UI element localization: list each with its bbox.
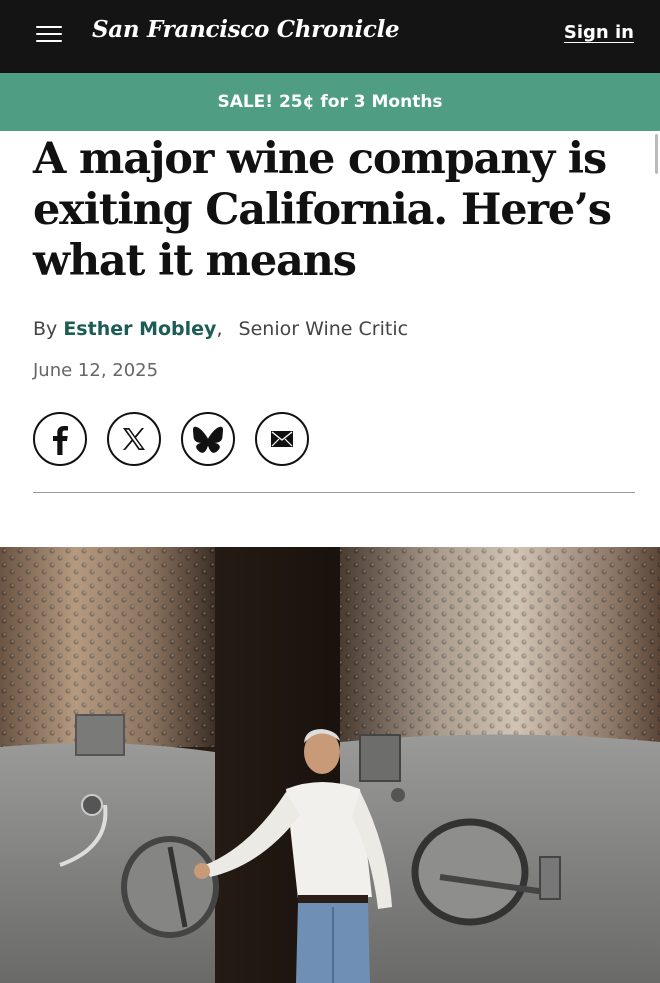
byline-prefix: By — [33, 318, 58, 340]
x-icon — [123, 428, 145, 450]
promo-text: SALE! 25¢ for 3 Months — [217, 92, 443, 112]
facebook-share-button[interactable] — [33, 412, 87, 466]
publish-date: June 12, 2025 — [33, 360, 159, 381]
share-buttons — [33, 412, 309, 466]
email-icon — [271, 431, 293, 447]
site-logo[interactable]: San Francisco Chronicle — [92, 16, 400, 43]
sign-in-link[interactable]: Sign in — [564, 22, 634, 43]
scrollbar-thumb[interactable] — [655, 134, 658, 174]
section-divider — [33, 492, 635, 493]
winery-tanks-photo — [0, 547, 660, 983]
x-share-button[interactable] — [107, 412, 161, 466]
top-navigation-bar: San Francisco Chronicle Sign in — [0, 0, 660, 73]
hamburger-icon[interactable] — [36, 26, 62, 44]
author-role: Senior Wine Critic — [238, 318, 409, 340]
author-link[interactable]: Esther Mobley — [63, 318, 216, 340]
promo-banner[interactable]: SALE! 25¢ for 3 Months — [0, 73, 660, 131]
article-hero-photo[interactable] — [0, 547, 660, 983]
author-separator: , — [216, 318, 223, 340]
article-headline: A major wine company is exiting Californ… — [33, 134, 612, 286]
bluesky-share-button[interactable] — [181, 412, 235, 466]
article-byline: By Esther Mobley, Senior Wine Critic — [33, 318, 408, 340]
email-share-button[interactable] — [255, 412, 309, 466]
facebook-icon — [53, 426, 68, 455]
bluesky-icon — [193, 426, 223, 453]
